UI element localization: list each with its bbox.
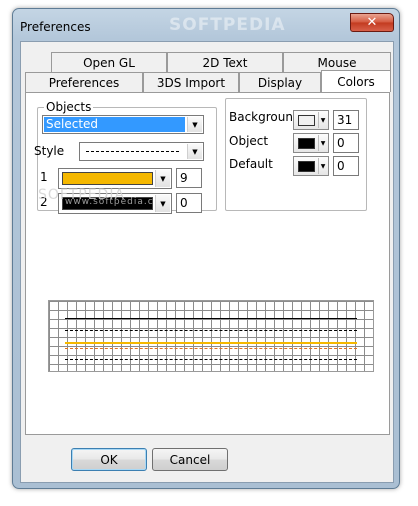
tab-open-gl[interactable]: Open GL bbox=[51, 52, 167, 72]
tab-2d-text[interactable]: 2D Text bbox=[167, 52, 283, 72]
object-color-value-input[interactable] bbox=[333, 133, 359, 153]
line-2-width-input[interactable] bbox=[176, 193, 202, 213]
tab-3ds-import[interactable]: 3DS Import bbox=[143, 72, 239, 92]
softpedia-watermark: SOFTPEDIA bbox=[169, 15, 286, 35]
row-1-index: 1 bbox=[40, 170, 48, 184]
tab-display[interactable]: Display bbox=[239, 72, 321, 92]
background-color-swatch bbox=[298, 115, 315, 126]
dialog-client-area: Open GL 2D Text Mouse Preferences 3DS Im… bbox=[20, 41, 394, 483]
title-bar[interactable]: Preferences SOFTPEDIA ✕ bbox=[13, 9, 399, 41]
dropdown-arrow-icon: ▼ bbox=[187, 117, 202, 132]
default-color-button[interactable]: ▼ bbox=[293, 156, 329, 176]
preview-line-solid bbox=[65, 318, 357, 319]
softpedia-overlay-watermark: SOFTPEDIA bbox=[38, 187, 126, 203]
object-color-swatch bbox=[298, 138, 315, 149]
dropdown-arrow-icon: ▼ bbox=[187, 144, 202, 159]
background-color-value-input[interactable] bbox=[333, 110, 359, 130]
tab-row-back: Open GL 2D Text Mouse bbox=[25, 52, 391, 72]
line-1-color-swatch bbox=[62, 172, 153, 185]
ok-button[interactable]: OK bbox=[71, 448, 147, 471]
background-color-label: Background bbox=[229, 110, 301, 124]
close-button[interactable]: ✕ bbox=[350, 13, 394, 32]
tab-colors[interactable]: Colors bbox=[321, 70, 391, 92]
object-color-label: Object bbox=[229, 134, 269, 148]
tab-preferences[interactable]: Preferences bbox=[25, 72, 143, 92]
line-1-color-dropdown[interactable]: ▼ bbox=[58, 168, 172, 189]
close-icon: ✕ bbox=[366, 15, 378, 30]
preferences-window: Preferences SOFTPEDIA ✕ Open GL 2D Text … bbox=[12, 8, 400, 489]
cancel-button[interactable]: Cancel bbox=[152, 448, 228, 471]
colors-groupbox: Background ▼ Object ▼ Default ▼ bbox=[225, 98, 367, 211]
color-preview-grid bbox=[48, 300, 374, 372]
dropdown-arrow-icon: ▼ bbox=[318, 135, 327, 151]
window-title: Preferences bbox=[20, 20, 91, 34]
objects-legend: Objects bbox=[44, 100, 94, 114]
preview-line-orange-dashed bbox=[65, 348, 357, 349]
default-color-label: Default bbox=[229, 157, 273, 171]
style-label: Style bbox=[34, 144, 65, 158]
tab-mouse[interactable]: Mouse bbox=[283, 52, 391, 72]
dropdown-arrow-icon: ▼ bbox=[318, 158, 327, 174]
background-color-button[interactable]: ▼ bbox=[293, 110, 329, 130]
preview-line-dashed bbox=[65, 330, 357, 331]
colors-tab-panel: Objects Selected ▼ Style ▼ 1 ▼ 2 bbox=[25, 92, 390, 435]
tab-row-front: Preferences 3DS Import Display Colors bbox=[25, 70, 391, 92]
object-color-button[interactable]: ▼ bbox=[293, 133, 329, 153]
line-style-dropdown[interactable]: ▼ bbox=[79, 142, 204, 161]
default-color-value-input[interactable] bbox=[333, 156, 359, 176]
object-selector-value: Selected bbox=[44, 117, 185, 132]
dropdown-arrow-icon: ▼ bbox=[155, 195, 170, 212]
preview-line-yellow bbox=[65, 342, 357, 344]
line-1-width-input[interactable] bbox=[176, 168, 202, 188]
preview-line-bottom-dashed bbox=[65, 359, 357, 360]
dropdown-arrow-icon: ▼ bbox=[155, 170, 170, 187]
dashed-line-sample bbox=[86, 151, 179, 152]
object-selector-dropdown[interactable]: Selected ▼ bbox=[42, 115, 204, 134]
default-color-swatch bbox=[298, 161, 315, 172]
dropdown-arrow-icon: ▼ bbox=[318, 112, 327, 128]
